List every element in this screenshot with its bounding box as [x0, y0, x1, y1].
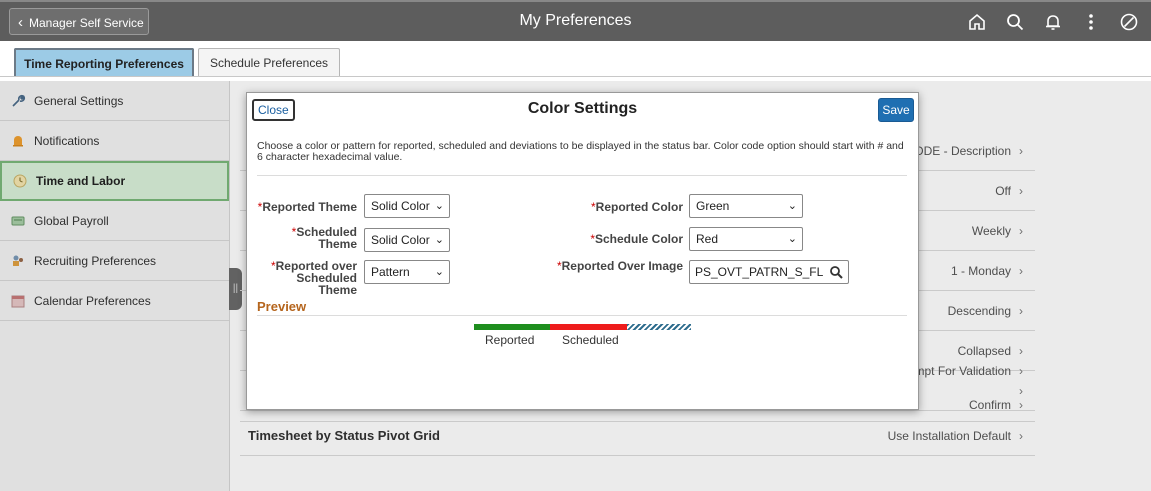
status-bar-scheduled: [550, 324, 627, 330]
reported-over-scheduled-theme-select[interactable]: Pattern ⌄: [364, 260, 450, 284]
color-settings-modal: Close Color Settings Save Choose a color…: [246, 92, 919, 410]
reported-over-image-input[interactable]: PS_OVT_PATRN_S_FL: [689, 260, 849, 284]
modal-description: Choose a color or pattern for reported, …: [257, 140, 904, 163]
reported-color-label: *Reported Color: [590, 200, 683, 214]
chevron-down-icon: ⌄: [434, 200, 444, 212]
legend-scheduled: Scheduled: [562, 333, 619, 347]
legend-reported: Reported: [485, 333, 535, 347]
reported-over-scheduled-theme-label: *Reported over Scheduled Theme: [270, 259, 357, 297]
chevron-down-icon: ⌄: [787, 200, 797, 212]
notifications-icon[interactable]: [1041, 10, 1065, 34]
chevron-down-icon: ⌄: [434, 234, 444, 246]
tab-strip: Time Reporting Preferences Schedule Pref…: [0, 41, 1151, 77]
status-bar-pattern: [627, 324, 691, 330]
save-button[interactable]: Save: [878, 98, 914, 122]
top-banner: ‹ Manager Self Service My Preferences: [0, 0, 1151, 41]
divider: [257, 315, 907, 316]
schedule-color-label: *Schedule Color: [590, 232, 683, 246]
schedule-color-select[interactable]: Red ⌄: [689, 227, 803, 251]
navbar-icon[interactable]: [1117, 10, 1141, 34]
chevron-down-icon: ⌄: [434, 266, 444, 278]
home-icon[interactable]: [965, 10, 989, 34]
tab-time-reporting-preferences[interactable]: Time Reporting Preferences: [14, 48, 194, 76]
actions-menu-icon[interactable]: [1079, 10, 1103, 34]
lookup-search-icon[interactable]: [829, 265, 843, 279]
modal-header: Close Color Settings Save: [247, 93, 918, 125]
reported-theme-select[interactable]: Solid Color ⌄: [364, 194, 450, 218]
reported-over-image-label: *Reported Over Image: [556, 259, 683, 273]
scheduled-theme-label: *Scheduled Theme: [291, 225, 357, 251]
divider: [257, 175, 907, 176]
modal-title: Color Settings: [527, 100, 638, 117]
reported-theme-label: *Reported Theme: [257, 200, 357, 214]
search-icon[interactable]: [1003, 10, 1027, 34]
chevron-down-icon: ⌄: [787, 233, 797, 245]
preview-heading: Preview: [257, 299, 307, 314]
reported-color-select[interactable]: Green ⌄: [689, 194, 803, 218]
status-bar-reported: [474, 324, 550, 330]
tab-schedule-preferences[interactable]: Schedule Preferences: [198, 48, 340, 76]
scheduled-theme-select[interactable]: Solid Color ⌄: [364, 228, 450, 252]
header-actions: [965, 10, 1141, 34]
